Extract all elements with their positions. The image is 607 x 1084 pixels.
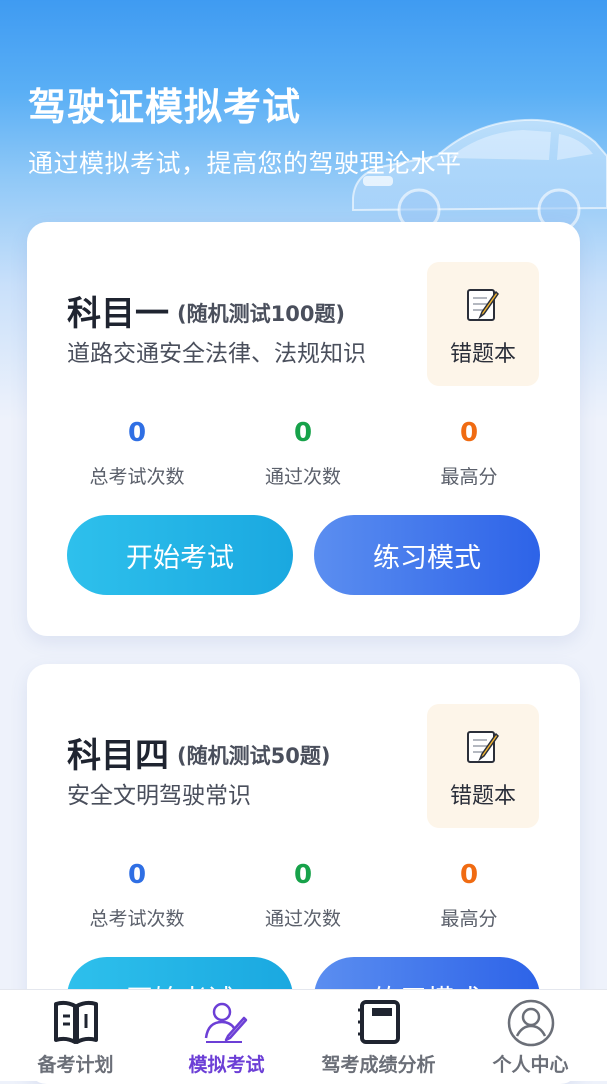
start-exam-button[interactable]: 开始考试 [67, 515, 293, 595]
tab-score-analysis[interactable]: 驾考成绩分析 [303, 990, 454, 1081]
stat-label: 总考试次数 [89, 466, 185, 488]
stat-label: 最高分 [440, 908, 498, 930]
page-title: 驾驶证模拟考试 [28, 85, 302, 129]
subject-card-1: 科目一 (随机测试100题) 道路交通安全法律、法规知识 错题本 0 总考试次数… [27, 222, 580, 636]
bottom-tab-bar: 备考计划 模拟考试 驾考成绩分析 个人中心 [0, 989, 607, 1081]
subject-name: 科目四 [67, 736, 169, 776]
tab-profile[interactable]: 个人中心 [455, 990, 606, 1081]
stat-value: 0 [127, 418, 147, 448]
stat-label: 最高分 [440, 466, 498, 488]
stat-value: 0 [459, 418, 479, 448]
stat-label: 通过次数 [264, 466, 341, 488]
stat-label: 总考试次数 [89, 908, 185, 930]
subject-description: 安全文明驾驶常识 [67, 783, 251, 809]
subject-question-count: (随机测试100题) [177, 302, 346, 326]
wrong-book-button[interactable]: 错题本 [427, 262, 539, 386]
stat-value: 0 [127, 860, 147, 890]
stat-best-score: 0 最高分 [389, 860, 549, 931]
stat-label: 通过次数 [264, 908, 341, 930]
notebook-icon [357, 1000, 400, 1044]
stat-pass-count: 0 通过次数 [223, 418, 383, 489]
stat-total-exams: 0 总考试次数 [57, 860, 217, 931]
page-subtitle: 通过模拟考试，提高您的驾驶理论水平 [28, 149, 462, 178]
wrong-book-label: 错题本 [449, 784, 516, 809]
stat-pass-count: 0 通过次数 [223, 860, 383, 931]
stat-value: 0 [459, 860, 479, 890]
stat-value: 0 [293, 860, 313, 890]
stat-total-exams: 0 总考试次数 [57, 418, 217, 489]
book-icon [53, 1000, 98, 1044]
tab-study-plan[interactable]: 备考计划 [0, 990, 151, 1081]
subject-name: 科目一 [67, 294, 169, 334]
person-pen-icon [204, 1002, 247, 1043]
wrong-book-button[interactable]: 错题本 [427, 704, 539, 828]
stat-value: 0 [293, 418, 313, 448]
tab-label: 个人中心 [492, 1054, 569, 1076]
wrong-book-label: 错题本 [449, 342, 516, 367]
practice-mode-button[interactable]: 练习模式 [314, 515, 540, 595]
tab-label: 备考计划 [37, 1054, 114, 1076]
subject-question-count: (随机测试50题) [177, 744, 331, 768]
tab-label: 模拟考试 [188, 1054, 265, 1076]
subject-description: 道路交通安全法律、法规知识 [67, 341, 366, 367]
memo-icon [467, 731, 499, 763]
tab-mock-exam[interactable]: 模拟考试 [151, 990, 302, 1081]
user-icon [507, 999, 554, 1047]
stat-best-score: 0 最高分 [389, 418, 549, 489]
tab-label: 驾考成绩分析 [321, 1054, 436, 1076]
memo-icon [467, 289, 499, 321]
